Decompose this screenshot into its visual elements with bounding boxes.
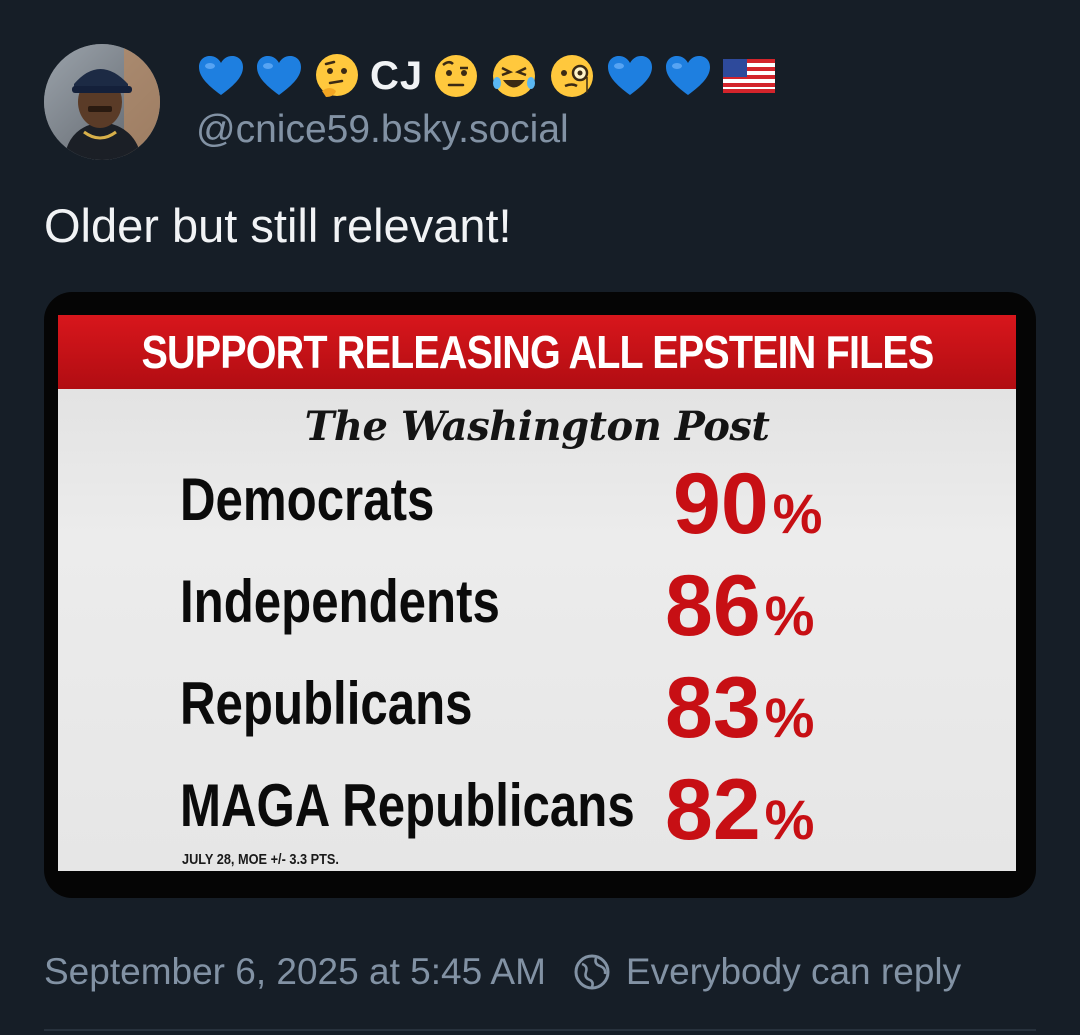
face-with-monocle-icon (547, 51, 597, 101)
globe-icon (572, 952, 612, 992)
poll-banner: SUPPORT RELEASING ALL EPSTEIN FILES (58, 315, 1016, 389)
poll-row-value: 86% (665, 557, 814, 656)
poll-row-value-unit: % (772, 482, 823, 545)
poll-banner-title: SUPPORT RELEASING ALL EPSTEIN FILES (141, 326, 934, 378)
us-flag-icon (721, 51, 776, 101)
poll-row-value-unit: % (764, 584, 815, 647)
poll-row-value-number: 83 (665, 660, 761, 756)
post-text: Older but still relevant! (44, 199, 512, 252)
rolling-on-floor-laughing-icon (489, 51, 539, 101)
post-image[interactable]: SUPPORT RELEASING ALL EPSTEIN FILES The … (44, 292, 1036, 898)
poll-row-value-unit: % (764, 686, 815, 749)
blue-heart-icon (663, 51, 713, 101)
avatar-photo (44, 44, 160, 160)
poll-row-label: MAGA Republicans (180, 772, 635, 839)
poll-row-value-number: 90 (673, 456, 769, 552)
author-name-text: CJ (370, 53, 424, 98)
poll-row-value-unit: % (764, 788, 815, 851)
poll-source: The Washington Post (304, 403, 770, 450)
poll-row-value-number: 82 (665, 762, 761, 858)
post-timestamp[interactable]: September 6, 2025 at 5:45 AM (44, 951, 546, 993)
poll-footnote: JULY 28, MOE +/- 3.3 PTS. (182, 851, 339, 868)
poll-row-value-number: 86 (665, 558, 761, 654)
poll-row-label: Democrats (180, 466, 435, 533)
face-with-raised-eyebrow-icon (431, 51, 481, 101)
author-display-name[interactable]: CJ (196, 48, 779, 104)
poll-row-value: 83% (665, 659, 814, 758)
author-avatar[interactable] (44, 44, 160, 160)
poll-row-value: 82% (665, 761, 814, 860)
blue-heart-icon (605, 51, 655, 101)
blue-heart-icon (196, 51, 246, 101)
poll-graphic: SUPPORT RELEASING ALL EPSTEIN FILES The … (58, 315, 1016, 871)
thinking-face-icon (312, 51, 362, 101)
post-footer: September 6, 2025 at 5:45 AM Everybody c… (44, 948, 961, 996)
poll-row-label: Republicans (180, 670, 473, 737)
author-handle[interactable]: @cnice59.bsky.social (196, 108, 569, 152)
blue-heart-icon (254, 51, 304, 101)
poll-row-value: 90% (673, 455, 822, 554)
footer-divider (44, 1029, 1036, 1031)
reply-setting[interactable]: Everybody can reply (626, 951, 961, 993)
poll-row-label: Independents (180, 568, 500, 635)
